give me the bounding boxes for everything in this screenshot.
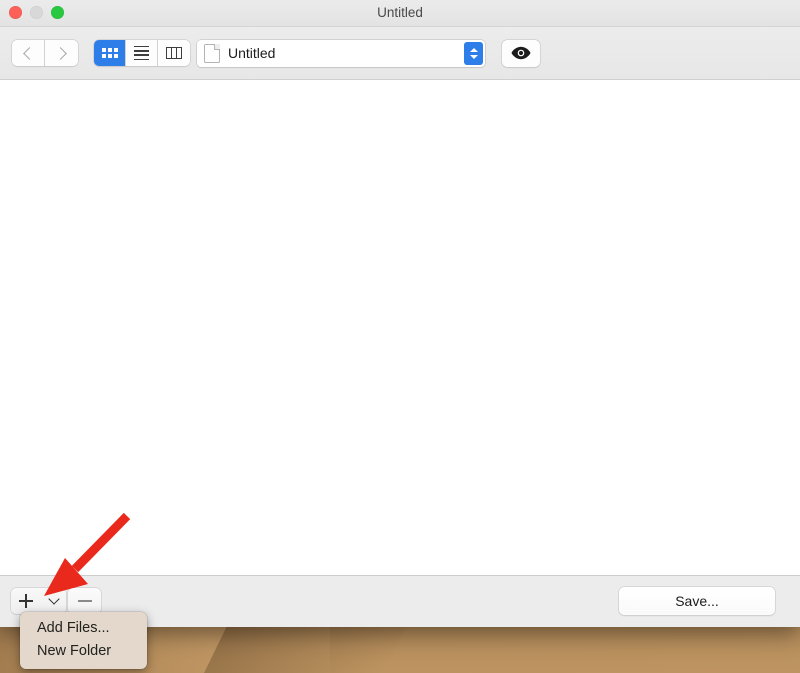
eye-icon	[511, 46, 531, 60]
add-menu: Add Files... New Folder	[20, 612, 147, 669]
destination-label: Untitled	[228, 45, 276, 61]
file-browser-content[interactable]	[0, 80, 800, 575]
menu-item-new-folder[interactable]: New Folder	[20, 640, 147, 663]
view-mode-segmented-control	[94, 40, 190, 66]
remove-button[interactable]	[68, 588, 101, 614]
add-button[interactable]	[11, 588, 66, 614]
add-button-menu-toggle[interactable]	[41, 588, 66, 614]
chevron-down-icon	[47, 593, 60, 605]
chevron-up-down-icon[interactable]	[464, 41, 483, 65]
back-button[interactable]	[12, 40, 45, 66]
view-mode-icon-button[interactable]	[94, 40, 126, 66]
view-mode-column-button[interactable]	[158, 40, 190, 66]
save-panel-window: Untitled Untitled Save...	[0, 0, 800, 627]
preview-button[interactable]	[502, 39, 540, 67]
chevron-right-icon	[53, 46, 67, 60]
view-mode-list-button[interactable]	[126, 40, 158, 66]
screen: Untitled Untitled Save... Add Files... N…	[0, 0, 800, 673]
menu-item-add-files[interactable]: Add Files...	[20, 617, 147, 640]
navigation-segmented-control	[12, 40, 78, 66]
window-title: Untitled	[377, 5, 423, 20]
add-button-plus[interactable]	[11, 588, 41, 614]
document-icon	[204, 43, 220, 63]
forward-button[interactable]	[45, 40, 78, 66]
window-titlebar: Untitled	[0, 0, 800, 27]
column-icon	[166, 47, 182, 59]
grid-icon	[101, 48, 118, 58]
toolbar: Untitled	[0, 27, 800, 80]
chevron-left-icon	[23, 46, 36, 60]
plus-icon	[19, 594, 33, 608]
destination-popup-button[interactable]: Untitled	[197, 39, 485, 67]
save-button[interactable]: Save...	[619, 587, 775, 615]
minus-icon	[77, 600, 92, 602]
list-icon	[134, 45, 149, 61]
